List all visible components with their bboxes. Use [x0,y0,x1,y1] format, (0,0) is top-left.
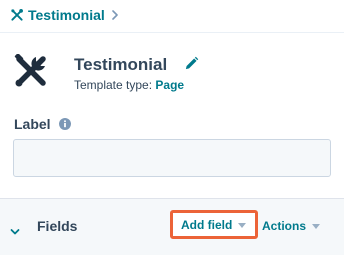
add-field-highlight: Add field [170,210,258,239]
label-heading: Label [14,116,51,132]
pencil-icon[interactable] [184,56,199,71]
add-field-button[interactable]: Add field [181,218,247,232]
label-field-label: Label [14,116,71,132]
label-input[interactable] [13,139,331,177]
actions-label: Actions [262,219,307,233]
template-type-link[interactable]: Page [155,78,184,92]
tools-icon [14,53,48,88]
actions-button[interactable]: Actions [262,219,321,233]
fields-title: Fields [37,218,78,234]
breadcrumb[interactable]: Testimonial [10,6,119,24]
header-divider [0,32,344,33]
caret-down-icon [312,223,321,229]
chevron-right-icon [111,10,119,20]
module-title: Testimonial [74,55,168,74]
module-editor-panel: Testimonial Testimonial Template type: P… [0,0,344,255]
info-icon[interactable] [58,118,71,130]
add-field-label: Add field [181,218,233,232]
caret-down-icon [238,222,247,228]
breadcrumb-label[interactable]: Testimonial [28,7,105,23]
tools-icon [10,8,24,22]
chevron-down-icon[interactable] [10,223,20,235]
template-type: Template type: Page [74,78,184,92]
template-type-label: Template type: [74,78,153,92]
fields-section-header: Fields Add field Actions [0,198,344,255]
